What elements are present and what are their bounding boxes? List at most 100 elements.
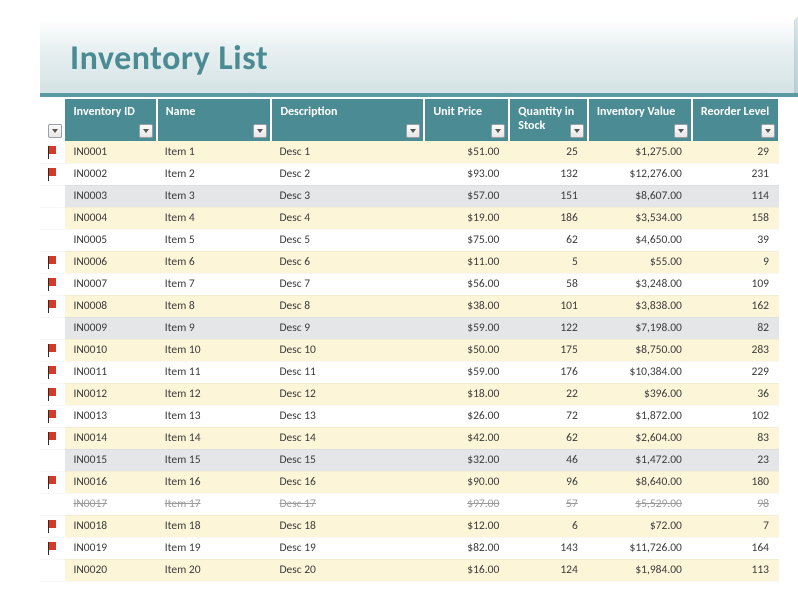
flag-cell[interactable]: [40, 361, 65, 383]
flag-cell[interactable]: [40, 185, 65, 207]
cell-name: Item 11: [157, 361, 272, 383]
filter-icon[interactable]: [253, 124, 267, 138]
cell-desc: Desc 20: [271, 559, 424, 581]
cell-reorder: 82: [692, 317, 779, 339]
flag-cell[interactable]: [40, 273, 65, 295]
table-row[interactable]: IN0008Item 8Desc 8$38.00101$3,838.00162: [40, 295, 779, 317]
title-banner: Inventory List: [40, 20, 798, 97]
cell-reorder: 7: [692, 515, 779, 537]
flag-cell[interactable]: [40, 493, 65, 515]
table-row[interactable]: IN0019Item 19Desc 19$82.00143$11,726.001…: [40, 537, 779, 559]
table-row[interactable]: IN0015Item 15Desc 15$32.0046$1,472.0023: [40, 449, 779, 471]
col-label: Inventory Value: [597, 105, 675, 119]
cell-name: Item 5: [157, 229, 272, 251]
cell-value: $3,534.00: [588, 207, 692, 229]
table-row[interactable]: IN0020Item 20Desc 20$16.00124$1,984.0011…: [40, 559, 779, 581]
flag-cell[interactable]: [40, 251, 65, 273]
cell-reorder: 109: [692, 273, 779, 295]
table-row[interactable]: IN0002Item 2Desc 2$93.00132$12,276.00231: [40, 163, 779, 185]
cell-id: IN0003: [65, 185, 156, 207]
cell-value: $1,872.00: [588, 405, 692, 427]
cell-id: IN0006: [65, 251, 156, 273]
col-qty-stock[interactable]: Quantity in Stock: [509, 99, 588, 141]
flag-cell[interactable]: [40, 449, 65, 471]
cell-qty: 124: [509, 559, 588, 581]
filter-icon[interactable]: [761, 124, 775, 138]
cell-name: Item 6: [157, 251, 272, 273]
cell-price: $90.00: [424, 471, 509, 493]
flag-cell[interactable]: [40, 405, 65, 427]
col-inventory-id[interactable]: Inventory ID: [65, 99, 156, 141]
flag-cell[interactable]: [40, 471, 65, 493]
cell-qty: 96: [509, 471, 588, 493]
table-row[interactable]: IN0005Item 5Desc 5$75.0062$4,650.0039: [40, 229, 779, 251]
cell-qty: 58: [509, 273, 588, 295]
cell-name: Item 18: [157, 515, 272, 537]
cell-value: $396.00: [588, 383, 692, 405]
cell-value: $8,640.00: [588, 471, 692, 493]
cell-desc: Desc 11: [271, 361, 424, 383]
filter-icon[interactable]: [674, 124, 688, 138]
table-row[interactable]: IN0003Item 3Desc 3$57.00151$8,607.00114: [40, 185, 779, 207]
cell-desc: Desc 13: [271, 405, 424, 427]
cell-id: IN0016: [65, 471, 156, 493]
cell-desc: Desc 15: [271, 449, 424, 471]
col-description[interactable]: Description: [271, 99, 424, 141]
table-row[interactable]: IN0011Item 11Desc 11$59.00176$10,384.002…: [40, 361, 779, 383]
cell-reorder: 229: [692, 361, 779, 383]
cell-desc: Desc 10: [271, 339, 424, 361]
flag-cell[interactable]: [40, 559, 65, 581]
table-row[interactable]: IN0012Item 12Desc 12$18.0022$396.0036: [40, 383, 779, 405]
table-row[interactable]: IN0001Item 1Desc 1$51.0025$1,275.0029: [40, 141, 779, 163]
flag-cell[interactable]: [40, 383, 65, 405]
filter-icon[interactable]: [570, 124, 584, 138]
filter-icon[interactable]: [48, 124, 62, 138]
table-row[interactable]: IN0016Item 16Desc 16$90.0096$8,640.00180: [40, 471, 779, 493]
filter-icon[interactable]: [406, 124, 420, 138]
col-inventory-value[interactable]: Inventory Value: [588, 99, 692, 141]
table-row[interactable]: IN0017Item 17Desc 17$97.0057$5,529.0098: [40, 493, 779, 515]
col-flag: [40, 99, 65, 141]
flag-icon: [47, 256, 59, 269]
cell-qty: 25: [509, 141, 588, 163]
flag-icon: [47, 388, 59, 401]
flag-cell[interactable]: [40, 295, 65, 317]
cell-reorder: 231: [692, 163, 779, 185]
flag-cell[interactable]: [40, 229, 65, 251]
cell-price: $32.00: [424, 449, 509, 471]
flag-cell[interactable]: [40, 537, 65, 559]
cell-name: Item 10: [157, 339, 272, 361]
cell-price: $59.00: [424, 317, 509, 339]
table-row[interactable]: IN0004Item 4Desc 4$19.00186$3,534.00158: [40, 207, 779, 229]
col-name[interactable]: Name: [157, 99, 272, 141]
cell-value: $11,726.00: [588, 537, 692, 559]
flag-cell[interactable]: [40, 317, 65, 339]
flag-cell[interactable]: [40, 163, 65, 185]
cell-name: Item 16: [157, 471, 272, 493]
cell-id: IN0010: [65, 339, 156, 361]
table-row[interactable]: IN0013Item 13Desc 13$26.0072$1,872.00102: [40, 405, 779, 427]
table-row[interactable]: IN0018Item 18Desc 18$12.006$72.007: [40, 515, 779, 537]
cell-desc: Desc 19: [271, 537, 424, 559]
flag-cell[interactable]: [40, 515, 65, 537]
filter-icon[interactable]: [491, 124, 505, 138]
flag-cell[interactable]: [40, 339, 65, 361]
col-unit-price[interactable]: Unit Price: [424, 99, 509, 141]
col-reorder-level[interactable]: Reorder Level: [692, 99, 779, 141]
table-row[interactable]: IN0009Item 9Desc 9$59.00122$7,198.0082: [40, 317, 779, 339]
cell-value: $55.00: [588, 251, 692, 273]
col-label: Inventory ID: [73, 105, 134, 119]
cell-id: IN0013: [65, 405, 156, 427]
table-row[interactable]: IN0014Item 14Desc 14$42.0062$2,604.0083: [40, 427, 779, 449]
table-row[interactable]: IN0006Item 6Desc 6$11.005$55.009: [40, 251, 779, 273]
table-row[interactable]: IN0010Item 10Desc 10$50.00175$8,750.0028…: [40, 339, 779, 361]
flag-cell[interactable]: [40, 427, 65, 449]
flag-cell[interactable]: [40, 141, 65, 163]
filter-icon[interactable]: [139, 124, 153, 138]
cell-qty: 186: [509, 207, 588, 229]
table-row[interactable]: IN0007Item 7Desc 7$56.0058$3,248.00109: [40, 273, 779, 295]
cell-name: Item 15: [157, 449, 272, 471]
flag-icon: [47, 366, 59, 379]
flag-cell[interactable]: [40, 207, 65, 229]
cell-reorder: 162: [692, 295, 779, 317]
